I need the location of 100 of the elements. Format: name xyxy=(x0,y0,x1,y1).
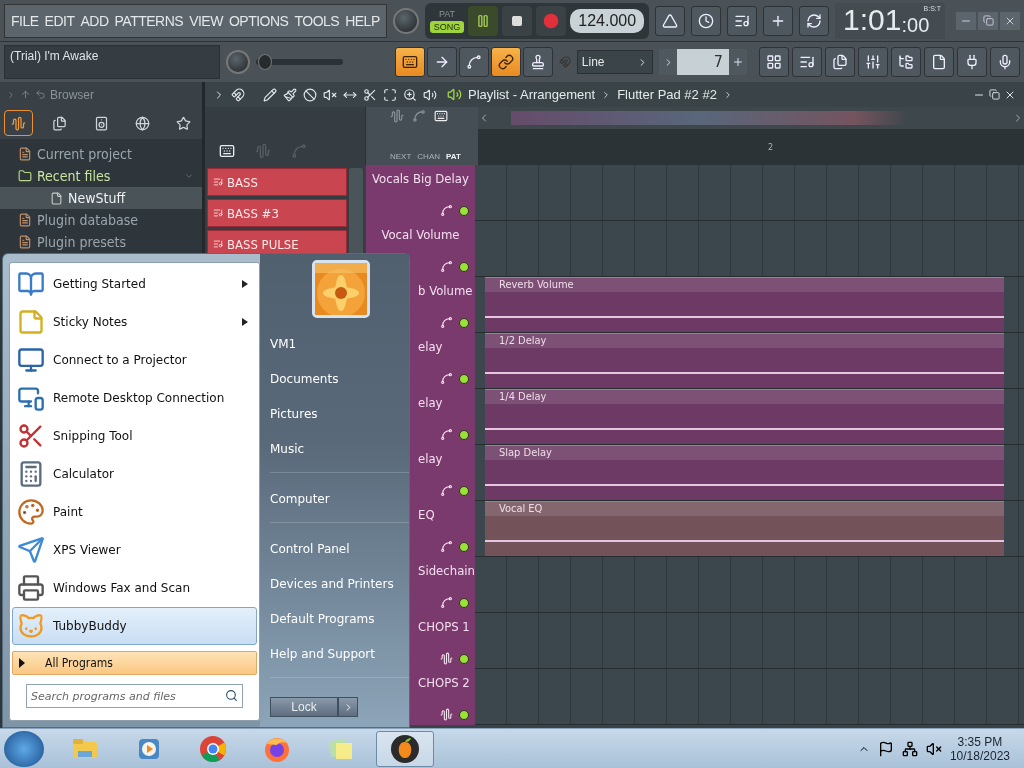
track-enable-toggle[interactable] xyxy=(459,205,469,216)
tool-button[interactable] xyxy=(458,47,489,77)
mute-icon[interactable] xyxy=(323,87,337,102)
playlist-button[interactable] xyxy=(759,47,789,77)
track-header[interactable]: Vocals Big Delay xyxy=(365,165,475,221)
clock-button[interactable] xyxy=(691,5,722,36)
pattern-item[interactable]: BASS xyxy=(207,168,347,196)
mode-toggle[interactable]: PAT xyxy=(429,8,465,20)
tool-button[interactable] xyxy=(426,47,457,77)
browser-item[interactable]: NewStuff xyxy=(0,187,202,209)
browser-item[interactable]: Recent files xyxy=(0,165,202,187)
tempo-display[interactable]: 124.000 xyxy=(570,8,645,33)
minimize-button[interactable] xyxy=(956,11,976,30)
close-button[interactable] xyxy=(1000,11,1020,30)
taskbar-app[interactable] xyxy=(376,730,434,767)
browser-item[interactable]: Plugin database xyxy=(0,209,202,231)
restore-icon[interactable] xyxy=(989,88,1000,100)
volume-knob[interactable] xyxy=(392,7,419,34)
flag-icon[interactable] xyxy=(877,740,894,757)
browser-item[interactable]: Current project xyxy=(0,143,202,165)
mixer-button[interactable] xyxy=(858,47,888,77)
tray-clock[interactable]: 3:35 PM 10/18/2023 xyxy=(949,734,1020,763)
program-item[interactable]: Snipping Tool xyxy=(12,417,257,455)
track-enable-toggle[interactable] xyxy=(459,317,469,328)
track-enable-toggle[interactable] xyxy=(459,429,469,440)
track-enable-toggle[interactable] xyxy=(459,709,469,720)
program-item[interactable]: Sticky Notes xyxy=(12,303,257,341)
lock-options-button[interactable] xyxy=(338,697,358,717)
menu-item[interactable]: EDIT xyxy=(44,12,75,29)
menu-item[interactable]: OPTIONS xyxy=(228,12,289,29)
brush-icon[interactable] xyxy=(283,87,297,102)
slider-thumb[interactable] xyxy=(258,54,273,70)
program-item[interactable]: Calculator xyxy=(12,455,257,493)
step-plus-button[interactable] xyxy=(729,49,747,75)
menu-item[interactable]: FILE xyxy=(11,12,39,29)
menu-item[interactable]: VIEW xyxy=(189,12,223,29)
plugin-button[interactable] xyxy=(957,47,987,77)
select-icon[interactable] xyxy=(383,87,397,102)
program-item[interactable]: TubbyBuddy xyxy=(12,607,257,645)
master-slider[interactable] xyxy=(255,54,343,70)
loop-button[interactable] xyxy=(799,5,830,36)
menu-item[interactable]: PATTERNS xyxy=(114,12,184,29)
network-icon[interactable] xyxy=(901,740,918,757)
keyboard-icon[interactable] xyxy=(219,143,235,159)
waveform-icon[interactable] xyxy=(390,109,404,123)
automation-clip[interactable]: Reverb Volume xyxy=(485,277,1004,332)
automation-clip[interactable]: Vocal EQ xyxy=(485,501,1004,556)
start-button[interactable] xyxy=(4,730,44,767)
tool-button[interactable] xyxy=(490,47,521,77)
pencil-icon[interactable] xyxy=(263,87,277,102)
channel-rack-button[interactable] xyxy=(825,47,855,77)
zoom-icon[interactable] xyxy=(403,87,417,102)
track-enable-toggle[interactable] xyxy=(459,541,469,552)
menu-item[interactable]: ADD xyxy=(80,12,109,29)
recording-button[interactable] xyxy=(990,47,1020,77)
program-item[interactable]: Getting Started xyxy=(12,265,257,303)
program-item[interactable]: Paint xyxy=(12,493,257,531)
search-field[interactable]: Search programs and files xyxy=(26,684,243,708)
tool-button[interactable] xyxy=(522,47,553,77)
delete-icon[interactable] xyxy=(303,87,317,102)
lock-button[interactable]: Lock xyxy=(270,697,338,717)
add-button[interactable] xyxy=(763,5,794,36)
all-programs-item[interactable]: All Programs xyxy=(12,651,257,675)
scissors-icon[interactable] xyxy=(363,87,377,102)
track-enable-toggle[interactable] xyxy=(459,261,469,272)
mute-icon[interactable] xyxy=(925,740,942,757)
program-item[interactable]: Windows Fax and Scan xyxy=(12,569,257,607)
play-pause-button[interactable] xyxy=(468,5,499,36)
step-field[interactable]: 7 xyxy=(677,49,729,75)
menu-item[interactable]: HELP xyxy=(345,12,380,29)
metronome-button[interactable] xyxy=(655,5,686,36)
curve-icon[interactable] xyxy=(412,109,426,123)
speaker-icon[interactable] xyxy=(423,87,437,102)
restore-button[interactable] xyxy=(978,11,998,30)
keyboard-icon[interactable] xyxy=(434,109,448,123)
program-item[interactable]: Connect to a Projector xyxy=(12,341,257,379)
piano-roll-button[interactable] xyxy=(792,47,822,77)
browser-item[interactable]: Plugin presets xyxy=(0,231,202,253)
menu-item[interactable]: TOOLS xyxy=(294,12,340,29)
pitch-knob[interactable] xyxy=(225,50,250,74)
pattern-item[interactable]: BASS #3 xyxy=(207,199,347,227)
track-enable-toggle[interactable] xyxy=(459,597,469,608)
file-button[interactable] xyxy=(924,47,954,77)
mode-toggle[interactable]: SONG xyxy=(429,21,465,33)
browser-tab[interactable] xyxy=(4,110,34,136)
picker-tab[interactable]: PAT xyxy=(446,152,461,161)
speaker-icon[interactable] xyxy=(447,87,462,102)
stop-button[interactable] xyxy=(502,5,533,36)
automation-clip[interactable]: Slap Delay xyxy=(485,445,1004,500)
track-enable-toggle[interactable] xyxy=(459,485,469,496)
picker-tab[interactable]: CHAN xyxy=(417,152,440,161)
track-enable-toggle[interactable] xyxy=(459,373,469,384)
up-icon[interactable] xyxy=(20,89,31,100)
snap-dropdown[interactable]: Line xyxy=(576,50,653,74)
countdown-button[interactable] xyxy=(727,5,758,36)
program-item[interactable]: Remote Desktop Connection xyxy=(12,379,257,417)
browser-button[interactable] xyxy=(891,47,921,77)
tool-button[interactable] xyxy=(394,47,425,77)
picker-tab[interactable]: NEXT xyxy=(390,152,412,161)
automation-clip[interactable]: 1/2 Delay xyxy=(485,333,1004,388)
